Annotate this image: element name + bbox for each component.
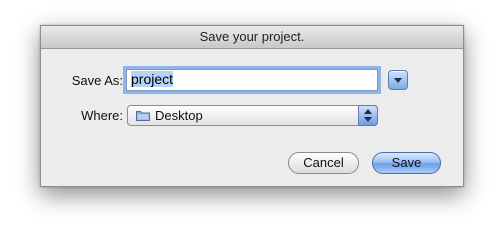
save-button[interactable]: Save [372, 152, 441, 174]
save-as-label: Save As: [71, 73, 123, 88]
expand-dialog-button[interactable] [388, 70, 408, 90]
cancel-button[interactable]: Cancel [288, 152, 359, 174]
folder-icon [136, 111, 150, 121]
save-dialog: Save your project. Save As: project Wher… [40, 25, 464, 187]
where-select[interactable]: Desktop [127, 105, 378, 126]
dialog-title: Save your project. [41, 26, 463, 49]
save-as-input[interactable]: project [126, 69, 378, 91]
up-down-arrows-icon [364, 109, 372, 122]
where-stepper[interactable] [358, 105, 378, 126]
where-label: Where: [81, 108, 123, 123]
chevron-down-icon [394, 78, 402, 83]
where-value: Desktop [155, 108, 203, 123]
save-as-input-value: project [131, 71, 174, 87]
